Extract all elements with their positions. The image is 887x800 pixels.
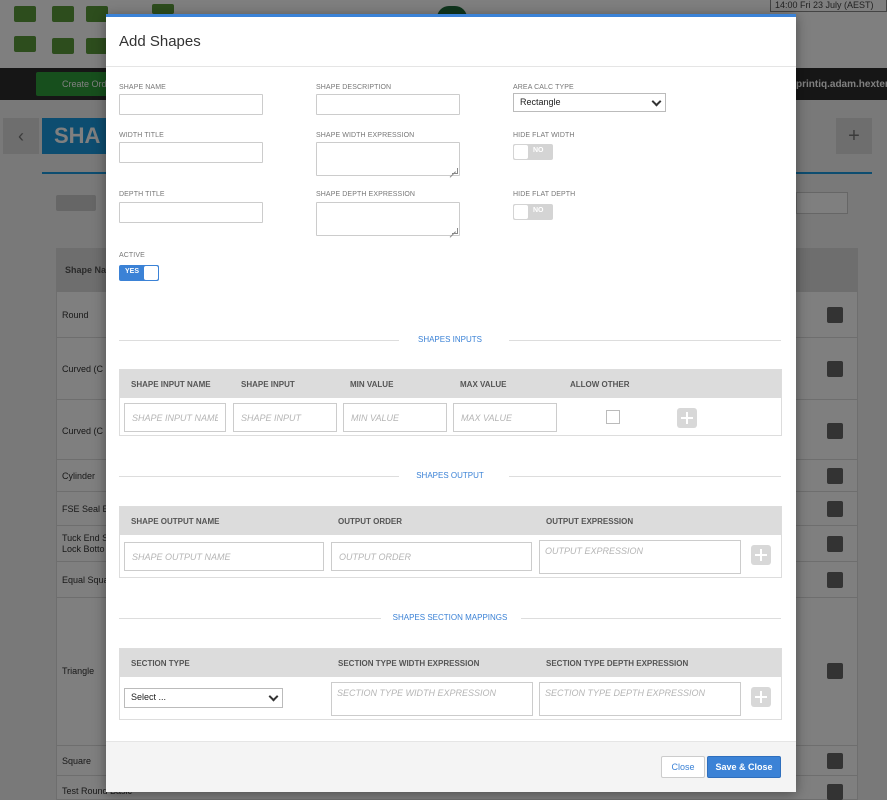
area-calc-type-value: Rectangle xyxy=(520,97,561,107)
shape-width-expression-textarea[interactable] xyxy=(316,142,460,176)
toggle-knob xyxy=(514,205,528,219)
add-shape-output-button[interactable] xyxy=(751,545,771,565)
save-and-close-button[interactable]: Save & Close xyxy=(707,756,781,778)
depth-title-label: DEPTH TITLE xyxy=(119,191,165,198)
table-header: SHAPE INPUT NAME SHAPE INPUT MIN VALUE M… xyxy=(120,370,781,398)
section-type-depth-expression-textarea[interactable] xyxy=(539,682,741,716)
add-shapes-modal: Add Shapes SHAPE NAME SHAPE DESCRIPTION … xyxy=(106,14,796,792)
shape-input-input[interactable] xyxy=(233,403,337,432)
add-shape-input-button[interactable] xyxy=(677,408,697,428)
allow-other-checkbox[interactable] xyxy=(606,410,620,424)
resize-handle-icon[interactable] xyxy=(452,168,458,174)
active-toggle[interactable]: YES xyxy=(119,265,159,281)
toggle-text: YES xyxy=(125,268,140,275)
shape-width-expression-label: SHAPE WIDTH EXPRESSION xyxy=(316,132,415,139)
width-title-input[interactable] xyxy=(119,142,263,163)
shape-output-name-input[interactable] xyxy=(124,542,324,571)
column-header: MAX VALUE xyxy=(460,380,507,389)
column-header: ALLOW OTHER xyxy=(570,380,630,389)
width-title-label: WIDTH TITLE xyxy=(119,132,164,139)
section-type-value: Select ... xyxy=(131,692,167,702)
shapes-output-table: SHAPE OUTPUT NAME OUTPUT ORDER OUTPUT EX… xyxy=(119,506,782,578)
shape-description-input[interactable] xyxy=(316,94,460,115)
shape-name-label: SHAPE NAME xyxy=(119,84,166,91)
section-mappings-table: SECTION TYPE SECTION TYPE WIDTH EXPRESSI… xyxy=(119,648,782,720)
shape-depth-expression-label: SHAPE DEPTH EXPRESSION xyxy=(316,191,416,198)
depth-title-input[interactable] xyxy=(119,202,263,223)
section-type-width-expression-textarea[interactable] xyxy=(331,682,533,716)
close-button[interactable]: Close xyxy=(661,756,705,778)
area-calc-type-label: AREA CALC TYPE xyxy=(513,84,574,91)
divider xyxy=(509,340,781,341)
modal-footer: Close Save & Close xyxy=(106,741,796,792)
modal-title: Add Shapes xyxy=(119,33,201,50)
shapes-section-mappings-heading: SHAPES SECTION MAPPINGS xyxy=(119,612,781,624)
active-label: ACTIVE xyxy=(119,252,145,259)
shapes-output-heading: SHAPES OUTPUT xyxy=(119,470,781,482)
shape-depth-expression-textarea[interactable] xyxy=(316,202,460,236)
column-header: SHAPE OUTPUT NAME xyxy=(131,517,220,526)
section-type-select[interactable]: Select ... xyxy=(124,688,283,708)
table-header: SECTION TYPE SECTION TYPE WIDTH EXPRESSI… xyxy=(120,649,781,677)
shapes-inputs-table: SHAPE INPUT NAME SHAPE INPUT MIN VALUE M… xyxy=(119,369,782,436)
resize-handle-icon[interactable] xyxy=(452,228,458,234)
column-header: SECTION TYPE xyxy=(131,659,190,668)
output-expression-textarea[interactable] xyxy=(539,540,741,574)
column-header: OUTPUT EXPRESSION xyxy=(546,517,634,526)
toggle-text: NO xyxy=(533,207,544,214)
toggle-knob xyxy=(514,145,528,159)
column-header: SECTION TYPE DEPTH EXPRESSION xyxy=(546,659,689,668)
hide-flat-depth-toggle[interactable]: NO xyxy=(513,204,553,220)
toggle-knob xyxy=(144,266,158,280)
add-section-mapping-button[interactable] xyxy=(751,687,771,707)
shapes-inputs-heading: SHAPES INPUTS xyxy=(119,334,781,346)
max-value-input[interactable] xyxy=(453,403,557,432)
column-header: MIN VALUE xyxy=(350,380,394,389)
toggle-text: NO xyxy=(533,147,544,154)
chevron-down-icon xyxy=(651,96,662,107)
column-header: OUTPUT ORDER xyxy=(338,517,402,526)
shape-input-name-input[interactable] xyxy=(124,403,226,432)
divider xyxy=(521,618,781,619)
column-header: SHAPE INPUT NAME xyxy=(131,380,211,389)
output-order-input[interactable] xyxy=(331,542,532,571)
column-header: SECTION TYPE WIDTH EXPRESSION xyxy=(338,659,480,668)
area-calc-type-select[interactable]: Rectangle xyxy=(513,93,666,112)
shape-description-label: SHAPE DESCRIPTION xyxy=(316,84,392,91)
column-header: SHAPE INPUT xyxy=(241,380,295,389)
modal-header: Add Shapes xyxy=(106,17,796,67)
hide-flat-width-toggle[interactable]: NO xyxy=(513,144,553,160)
hide-flat-depth-label: HIDE FLAT DEPTH xyxy=(513,191,576,198)
table-header: SHAPE OUTPUT NAME OUTPUT ORDER OUTPUT EX… xyxy=(120,507,781,535)
shape-name-input[interactable] xyxy=(119,94,263,115)
hide-flat-width-label: HIDE FLAT WIDTH xyxy=(513,132,575,139)
divider xyxy=(509,476,781,477)
min-value-input[interactable] xyxy=(343,403,447,432)
chevron-down-icon xyxy=(268,691,279,702)
